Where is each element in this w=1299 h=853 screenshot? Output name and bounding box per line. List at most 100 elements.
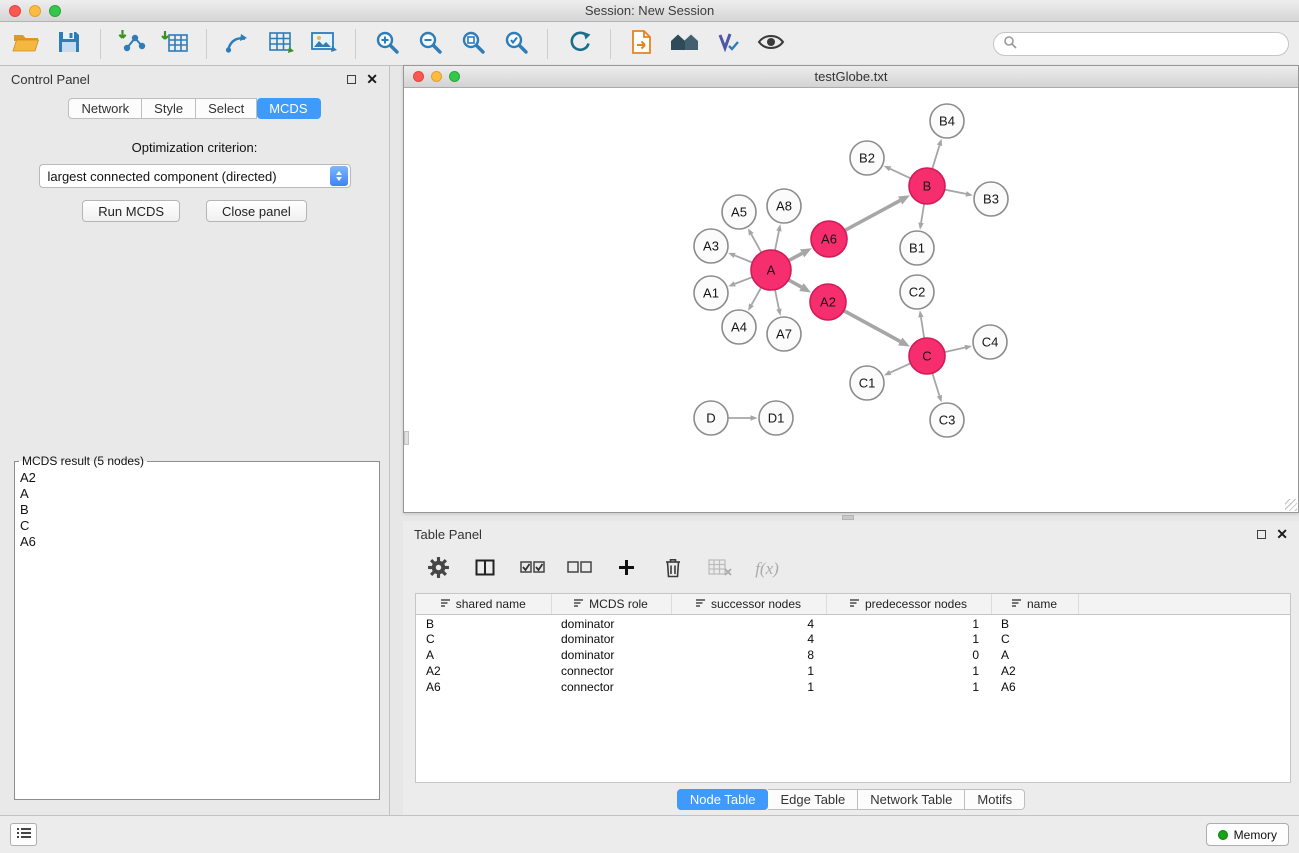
tab-style[interactable]: Style [142, 98, 196, 119]
table-row[interactable]: Bdominator41B [416, 614, 1290, 631]
network-node-B4[interactable]: B4 [930, 104, 964, 138]
task-history-button[interactable] [10, 823, 37, 846]
network-edge-C-C4[interactable] [945, 345, 972, 352]
column-header-successor-nodes[interactable]: successor nodes [671, 594, 826, 614]
mcds-result-item[interactable]: A [15, 486, 379, 502]
function-builder-button[interactable]: f(x) [754, 556, 780, 582]
export-document-button[interactable] [626, 28, 658, 60]
mcds-result-item[interactable]: B [15, 502, 379, 518]
search-box[interactable] [993, 32, 1289, 56]
table-cell[interactable]: dominator [551, 631, 671, 647]
column-header-predecessor-nodes[interactable]: predecessor nodes [826, 594, 991, 614]
network-node-A8[interactable]: A8 [767, 189, 801, 223]
network-node-B[interactable]: B [909, 168, 945, 204]
table-cell[interactable]: A6 [416, 679, 551, 695]
new-table-button[interactable] [265, 28, 297, 60]
resize-grip-icon[interactable] [1285, 499, 1297, 511]
network-edge-D-D1[interactable] [729, 415, 758, 421]
network-node-B2[interactable]: B2 [850, 141, 884, 175]
network-edge-C-C1[interactable] [884, 364, 910, 376]
save-session-button[interactable] [53, 28, 85, 60]
tab-mcds[interactable]: MCDS [257, 98, 320, 119]
network-node-C2[interactable]: C2 [900, 275, 934, 309]
network-node-C[interactable]: C [909, 338, 945, 374]
network-node-A1[interactable]: A1 [694, 276, 728, 310]
network-node-D[interactable]: D [694, 401, 728, 435]
table-cell[interactable]: 0 [826, 647, 991, 663]
criterion-dropdown[interactable]: largest connected component (directed) [39, 164, 351, 188]
tab-network[interactable]: Network [68, 98, 142, 119]
table-cell[interactable]: 1 [671, 663, 826, 679]
network-edge-B-B4[interactable] [932, 139, 942, 169]
network-edge-B-B2[interactable] [884, 166, 910, 178]
network-maximize-button[interactable] [449, 71, 460, 82]
table-cell[interactable]: A [416, 647, 551, 663]
network-edge-A-A8[interactable] [775, 224, 782, 250]
float-table-panel-icon[interactable] [1257, 530, 1266, 539]
table-cell[interactable]: 1 [826, 631, 991, 647]
tab-motifs[interactable]: Motifs [965, 789, 1025, 810]
zoom-out-button[interactable] [414, 28, 446, 60]
minimize-window-button[interactable] [29, 5, 41, 17]
search-input[interactable] [1022, 36, 1279, 51]
table-cell[interactable]: 4 [671, 614, 826, 631]
zoom-fit-button[interactable] [457, 28, 489, 60]
network-node-A6[interactable]: A6 [811, 221, 847, 257]
network-edge-C-C2[interactable] [918, 310, 924, 337]
column-header-shared-name[interactable]: shared name [416, 594, 551, 614]
network-minimize-button[interactable] [431, 71, 442, 82]
table-settings-button[interactable] [425, 556, 451, 582]
network-edge-A2-C[interactable] [844, 311, 910, 347]
network-node-C4[interactable]: C4 [973, 325, 1007, 359]
maximize-window-button[interactable] [49, 5, 61, 17]
run-mcds-button[interactable]: Run MCDS [82, 200, 180, 222]
canvas-scroll-handle[interactable] [404, 431, 409, 445]
new-network-button[interactable] [222, 28, 254, 60]
table-cell[interactable]: 1 [671, 679, 826, 695]
delete-table-button[interactable] [707, 556, 733, 582]
close-panel-button[interactable]: Close panel [206, 200, 307, 222]
table-cell[interactable]: A2 [416, 663, 551, 679]
close-window-button[interactable] [9, 5, 21, 17]
add-column-button[interactable] [613, 556, 639, 582]
network-canvas[interactable]: AA1A2A3A4A5A6A7A8BB1B2B3B4CC1C2C3C4DD1 [404, 88, 1298, 512]
validate-button[interactable] [712, 28, 744, 60]
tab-select[interactable]: Select [196, 98, 257, 119]
network-node-D1[interactable]: D1 [759, 401, 793, 435]
close-panel-icon[interactable]: ✕ [366, 72, 378, 86]
import-network-file-button[interactable] [116, 28, 148, 60]
network-node-C3[interactable]: C3 [930, 403, 964, 437]
table-cell[interactable]: dominator [551, 614, 671, 631]
table-cell[interactable]: A6 [991, 679, 1078, 695]
table-row[interactable]: A6connector11A6 [416, 679, 1290, 695]
network-edge-A-A7[interactable] [775, 290, 782, 316]
import-table-file-button[interactable] [159, 28, 191, 60]
cytoscape-home-button[interactable] [669, 28, 701, 60]
zoom-selected-button[interactable] [500, 28, 532, 60]
network-edge-A-A4[interactable] [748, 288, 761, 311]
table-row[interactable]: Adominator80A [416, 647, 1290, 663]
network-edge-C-C3[interactable] [933, 374, 943, 403]
column-header-mcds-role[interactable]: MCDS role [551, 594, 671, 614]
memory-button[interactable]: Memory [1206, 823, 1289, 846]
table-row[interactable]: Cdominator41C [416, 631, 1290, 647]
show-columns-button[interactable] [472, 556, 498, 582]
deselect-all-button[interactable] [566, 556, 592, 582]
network-node-A2[interactable]: A2 [810, 284, 846, 320]
table-cell[interactable]: 4 [671, 631, 826, 647]
table-cell[interactable]: connector [551, 663, 671, 679]
show-graphics-button[interactable] [755, 28, 787, 60]
table-cell[interactable]: 1 [826, 614, 991, 631]
open-session-button[interactable] [10, 28, 42, 60]
mcds-result-item[interactable]: C [15, 518, 379, 534]
select-all-button[interactable] [519, 556, 545, 582]
panel-splitter-handle[interactable] [842, 515, 854, 520]
table-cell[interactable]: C [416, 631, 551, 647]
network-close-button[interactable] [413, 71, 424, 82]
network-node-A7[interactable]: A7 [767, 317, 801, 351]
table-cell[interactable]: C [991, 631, 1078, 647]
network-edge-A-A5[interactable] [748, 228, 761, 252]
network-node-B3[interactable]: B3 [974, 182, 1008, 216]
network-edge-A-A1[interactable] [728, 277, 752, 286]
zoom-in-button[interactable] [371, 28, 403, 60]
